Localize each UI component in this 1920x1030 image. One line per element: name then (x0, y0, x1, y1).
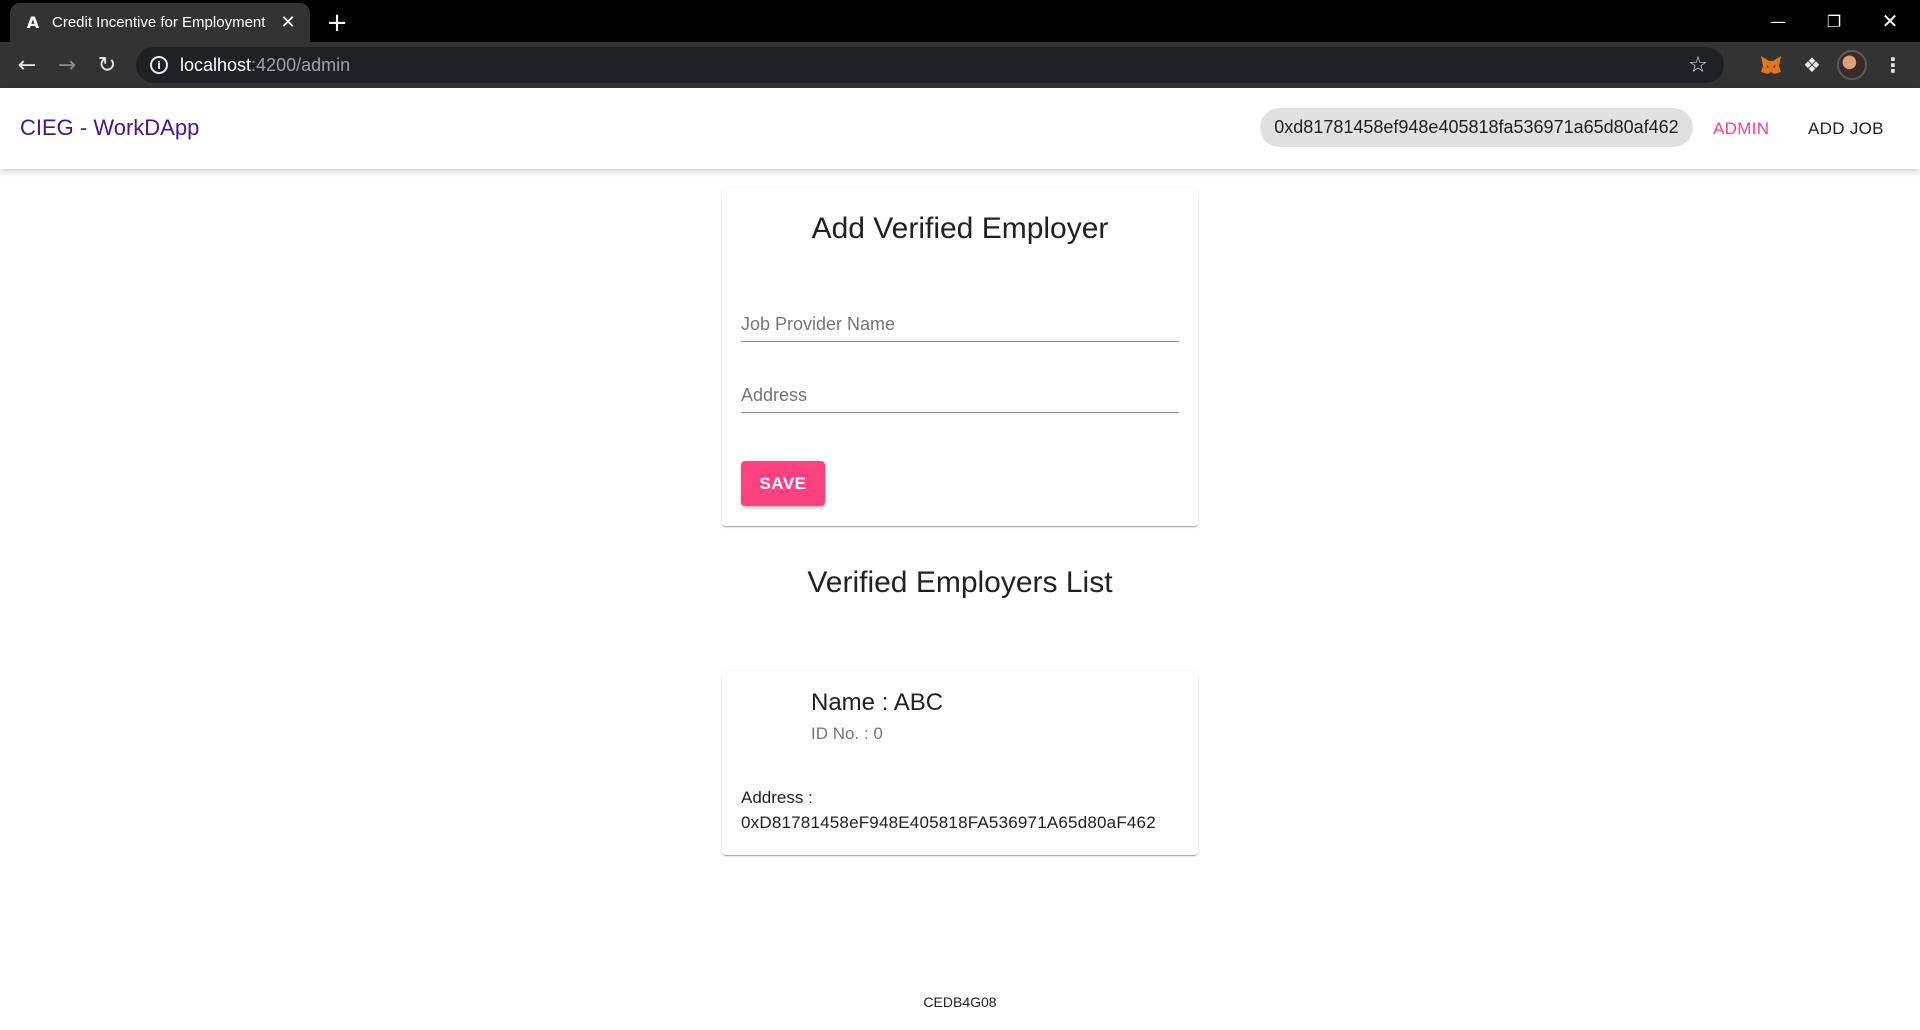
info-icon[interactable]: i (150, 56, 168, 74)
employer-name: Name : ABC (811, 689, 944, 716)
close-window-icon[interactable]: ✕ (1862, 4, 1918, 38)
nav-admin-link[interactable]: ADMIN (1713, 119, 1769, 139)
reload-icon[interactable]: ↻ (90, 48, 124, 82)
arrow-right-icon[interactable]: → (50, 48, 84, 82)
address-bar[interactable]: i localhost:4200/admin ☆ (136, 47, 1724, 83)
employer-address-value: 0xD81781458eF948E405818FA536971A65d80aF4… (741, 813, 1156, 832)
wallet-address-chip[interactable]: 0xd81781458ef948e405818fa536971a65d80af4… (1260, 108, 1693, 147)
app-brand[interactable]: CIEG - WorkDApp (20, 115, 199, 141)
fox-icon[interactable] (1756, 50, 1786, 80)
address-field (741, 373, 1179, 413)
url-path: :4200/admin (251, 54, 351, 75)
angular-favicon-icon: A (26, 13, 40, 32)
tab-title: Credit Incentive for Employment (52, 14, 266, 31)
job-provider-name-input[interactable] (741, 302, 1179, 341)
puzzle-icon[interactable]: ❖ (1797, 50, 1827, 80)
employer-card: Name : ABC ID No. : 0 Address : 0xD81781… (722, 671, 1198, 855)
minimize-window-icon[interactable]: — (1750, 4, 1806, 38)
arrow-left-icon[interactable]: ← (10, 48, 44, 82)
employer-id: ID No. : 0 (811, 724, 883, 743)
kebab-menu-icon[interactable]: ⋮ (1878, 50, 1908, 80)
job-provider-name-field (741, 302, 1179, 342)
browser-tabstrip: A Credit Incentive for Employment ✕ + — … (0, 0, 1920, 42)
add-employer-card: Add Verified Employer SAVE (722, 188, 1198, 526)
close-icon[interactable]: ✕ (276, 11, 300, 35)
avatar[interactable] (1837, 50, 1867, 80)
restore-window-icon[interactable]: ❐ (1806, 4, 1862, 38)
browser-toolbar: ← → ↻ i localhost:4200/admin ☆ ❖ ⋮ (0, 42, 1920, 88)
url-host: localhost (180, 54, 252, 75)
url-text[interactable]: localhost:4200/admin (180, 55, 350, 76)
address-input[interactable] (741, 373, 1179, 412)
form-title: Add Verified Employer (811, 212, 1109, 245)
save-button[interactable]: SAVE (741, 461, 825, 506)
app-header: CIEG - WorkDApp 0xd81781458ef948e405818f… (0, 88, 1920, 169)
list-title: Verified Employers List (807, 566, 1113, 599)
new-tab-button[interactable]: + (322, 8, 352, 38)
footer-text: CEDB4G08 (923, 994, 997, 1010)
browser-tab[interactable]: A Credit Incentive for Employment ✕ (10, 3, 310, 42)
employer-address-label: Address : (741, 788, 813, 807)
nav-add-job-link[interactable]: ADD JOB (1808, 119, 1884, 139)
star-icon[interactable]: ☆ (1684, 51, 1712, 79)
